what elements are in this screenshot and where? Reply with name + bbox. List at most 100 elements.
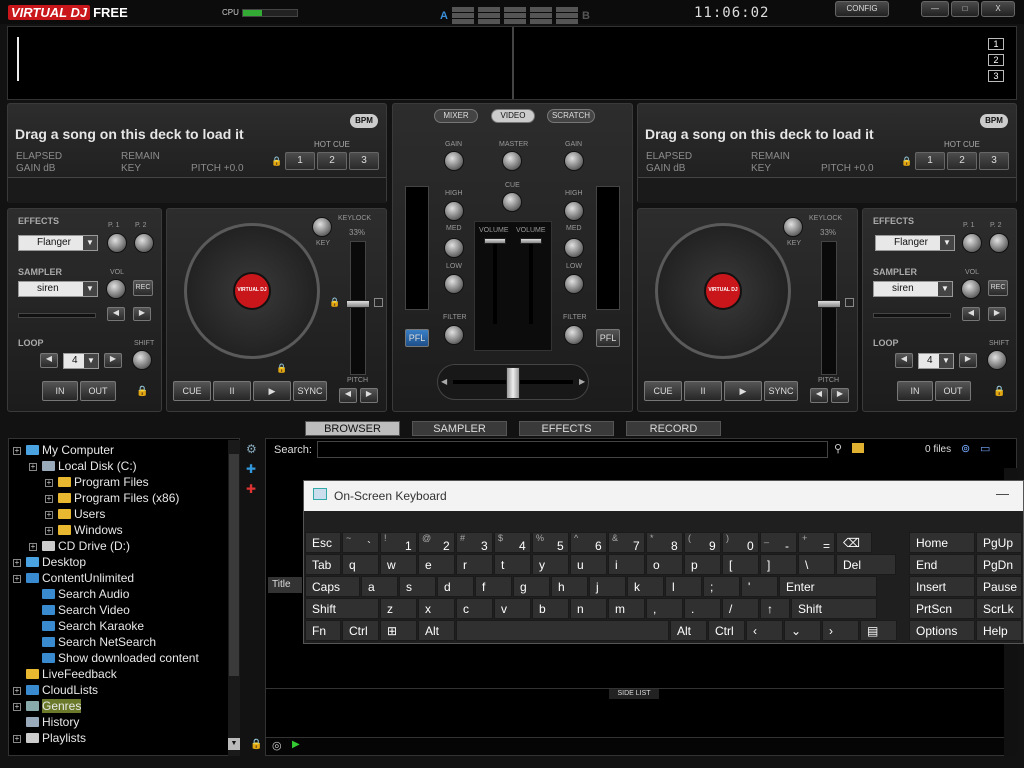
tree-expand-toggle[interactable]: +: [45, 511, 53, 519]
tab-effects[interactable]: EFFECTS: [519, 421, 614, 436]
key-][interactable]: ]: [760, 554, 797, 575]
right-play-button[interactable]: ▶: [724, 381, 762, 401]
left-low-knob[interactable]: [444, 274, 464, 294]
right-hotcue-1[interactable]: 1: [915, 152, 945, 170]
tree-expand-toggle[interactable]: +: [13, 447, 21, 455]
tree-item[interactable]: Desktop: [26, 555, 86, 569]
key-.[interactable]: .: [684, 598, 721, 619]
key-12[interactable]: _ -: [760, 532, 797, 553]
key-⌄[interactable]: ⌄: [784, 620, 821, 641]
key-Shift[interactable]: Shift: [305, 598, 379, 619]
left-play-button[interactable]: ▶: [253, 381, 291, 401]
left-pitch-down-button[interactable]: ◀: [339, 388, 357, 403]
left-hotcue-1[interactable]: 1: [285, 152, 315, 170]
left-p1-knob[interactable]: [107, 233, 127, 253]
key-h[interactable]: h: [551, 576, 588, 597]
right-loop-in-button[interactable]: IN: [897, 381, 933, 401]
waveform-display[interactable]: [7, 26, 1017, 100]
key-f[interactable]: f: [475, 576, 512, 597]
right-gain-knob[interactable]: [564, 151, 584, 171]
key-u[interactable]: u: [570, 554, 607, 575]
tab-sampler[interactable]: SAMPLER: [412, 421, 507, 436]
right-shift-knob[interactable]: [987, 350, 1007, 370]
tree-item[interactable]: Search NetSearch: [42, 635, 156, 649]
left-med-knob[interactable]: [444, 238, 464, 258]
key-s[interactable]: s: [399, 576, 436, 597]
key-PrtScn[interactable]: PrtScn: [909, 598, 975, 619]
key-Shift[interactable]: Shift: [791, 598, 877, 619]
maximize-button[interactable]: □: [951, 1, 979, 17]
deck-a-indicator[interactable]: A: [440, 10, 448, 22]
key-⊞[interactable]: ⊞: [380, 620, 417, 641]
tab-browser[interactable]: BROWSER: [305, 421, 400, 436]
right-volume-track[interactable]: [529, 239, 533, 324]
key-10[interactable]: (9: [684, 532, 721, 553]
key-9[interactable]: * 8: [646, 532, 683, 553]
tree-item[interactable]: LiveFeedback: [26, 667, 117, 681]
tab-video[interactable]: VIDEO: [491, 109, 535, 123]
add-folder-icon[interactable]: ⚙: [246, 442, 257, 456]
left-rec-button[interactable]: REC: [133, 280, 153, 296]
key-Options[interactable]: Options: [909, 620, 975, 641]
config-button[interactable]: CONFIG: [835, 1, 889, 17]
left-loop-next-button[interactable]: ▶: [104, 353, 122, 368]
key-j[interactable]: j: [589, 576, 626, 597]
key-Alt[interactable]: Alt: [670, 620, 707, 641]
tree-expand-toggle[interactable]: +: [13, 575, 21, 583]
tree-expand-toggle[interactable]: +: [29, 463, 37, 471]
crossfader-thumb[interactable]: [506, 367, 520, 399]
tree-expand-toggle[interactable]: +: [13, 559, 21, 567]
key-End[interactable]: End: [909, 554, 975, 575]
tree-item[interactable]: CloudLists: [26, 683, 98, 697]
key-m[interactable]: m: [608, 598, 645, 619]
key-ScrLk[interactable]: ScrLk: [976, 598, 1022, 619]
right-loop-next-button[interactable]: ▶: [959, 353, 977, 368]
key-Caps[interactable]: Caps: [305, 576, 360, 597]
add-playlist-icon[interactable]: ✚: [246, 482, 256, 496]
key-0[interactable]: Esc: [305, 532, 341, 553]
tree-item[interactable]: Show downloaded content: [42, 651, 199, 665]
tree-item[interactable]: ContentUnlimited: [26, 571, 134, 585]
tree-expand-toggle[interactable]: +: [13, 703, 21, 711]
tab-record[interactable]: RECORD: [626, 421, 721, 436]
add-filter-icon[interactable]: ✚: [246, 462, 256, 476]
key-n[interactable]: n: [570, 598, 607, 619]
search-options-icon[interactable]: ⚲: [834, 442, 842, 455]
key-13[interactable]: + =: [798, 532, 835, 553]
right-pitch-down-button[interactable]: ◀: [810, 388, 828, 403]
tree-item[interactable]: Search Video: [42, 603, 130, 617]
left-cue-button[interactable]: CUE: [173, 381, 211, 401]
left-loop-select[interactable]: 4 ▼: [63, 353, 99, 369]
tree-item[interactable]: Local Disk (C:): [42, 459, 137, 473]
left-hotcue-2[interactable]: 2: [317, 152, 347, 170]
tree-scroll-down-icon[interactable]: ▼: [228, 738, 240, 750]
right-sampler-vol-knob[interactable]: [961, 279, 981, 299]
right-pause-button[interactable]: II: [684, 381, 722, 401]
key-▤[interactable]: ▤: [860, 620, 897, 641]
key-8[interactable]: & 7: [608, 532, 645, 553]
osk-titlebar[interactable]: On-Screen Keyboard —: [304, 481, 1023, 511]
key-x[interactable]: x: [418, 598, 455, 619]
key-↑[interactable]: ↑: [760, 598, 790, 619]
lock-icon[interactable]: 🔒: [993, 386, 1005, 397]
title-column-header[interactable]: Title: [268, 577, 302, 593]
right-hotcue-2[interactable]: 2: [947, 152, 977, 170]
key-p[interactable]: p: [684, 554, 721, 575]
tree-expand-toggle[interactable]: +: [13, 735, 21, 743]
crossfader-right-arrow[interactable]: ▶: [579, 377, 585, 386]
tree-expand-toggle[interactable]: +: [29, 543, 37, 551]
left-bpm-button[interactable]: BPM: [350, 114, 378, 128]
pitch-reset-icon[interactable]: [845, 298, 854, 307]
key-\[interactable]: \: [798, 554, 835, 575]
folder-icon[interactable]: [852, 443, 864, 453]
pitch-reset-icon[interactable]: [374, 298, 383, 307]
left-pitch-up-button[interactable]: ▶: [360, 388, 378, 403]
key-6[interactable]: % 5: [532, 532, 569, 553]
zoom-1-button[interactable]: 1: [988, 38, 1004, 50]
key-y[interactable]: y: [532, 554, 569, 575]
key-Pause[interactable]: Pause: [976, 576, 1022, 597]
key-Ctrl[interactable]: Ctrl: [342, 620, 379, 641]
key-'[interactable]: ': [741, 576, 778, 597]
right-hotcue-3[interactable]: 3: [979, 152, 1009, 170]
tree-expand-toggle[interactable]: +: [45, 527, 53, 535]
